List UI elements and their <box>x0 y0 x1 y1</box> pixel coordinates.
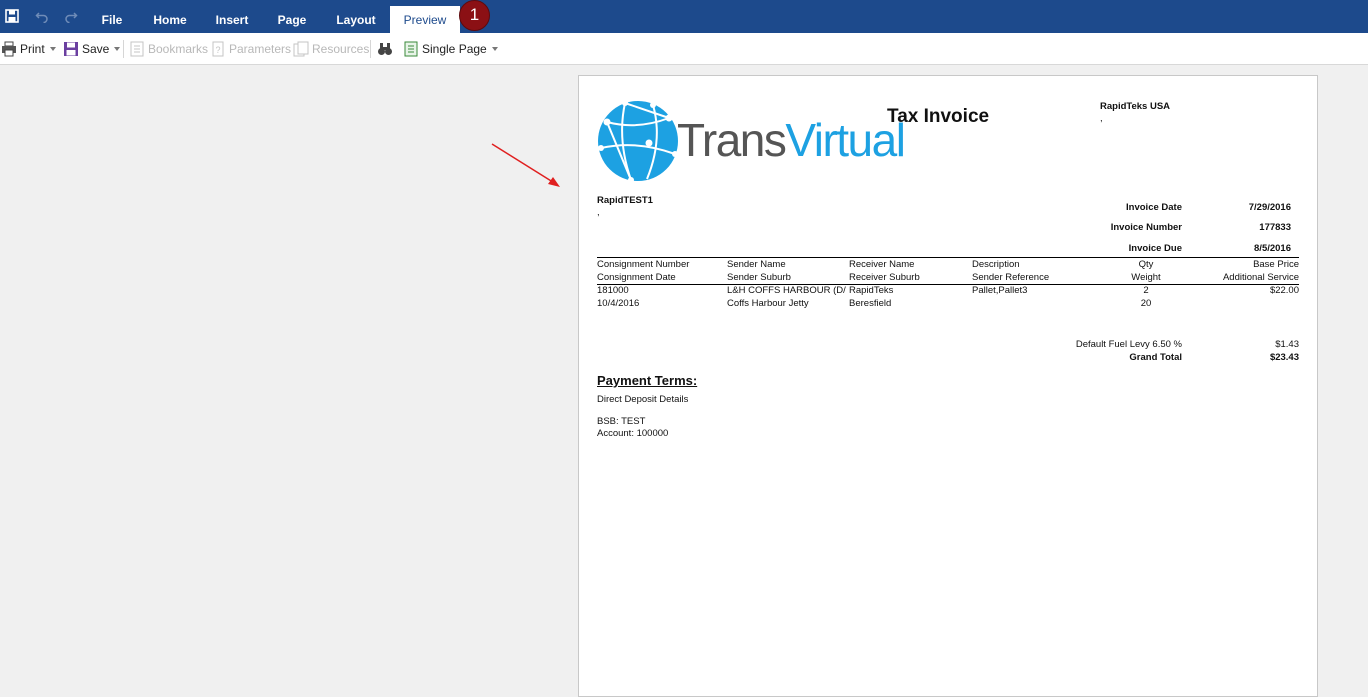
resources-button[interactable]: Resources <box>293 41 369 57</box>
bookmarks-icon <box>130 41 144 57</box>
view-mode-label: Single Page <box>422 42 487 56</box>
resources-label: Resources <box>312 42 370 56</box>
invoice-date-label: Invoice Date <box>1126 202 1182 213</box>
redo-icon[interactable] <box>62 7 80 25</box>
tab-layout[interactable]: Layout <box>330 0 382 33</box>
svg-text:?: ? <box>215 45 220 55</box>
grand-total-value: $23.43 <box>1269 352 1299 363</box>
ribbon-bar: File Home Insert Page Layout Preview 1 <box>0 0 1368 33</box>
cell-weight: 20 <box>1140 298 1152 309</box>
undo-icon[interactable] <box>33 7 51 25</box>
header-consignment-number: Consignment Number <box>597 259 690 270</box>
header-sender-name: Sender Name <box>727 259 786 270</box>
header-receiver-suburb: Receiver Suburb <box>849 272 920 283</box>
save-icon <box>64 42 78 56</box>
payment-terms-heading: Payment Terms: <box>597 373 698 388</box>
invoice-due-label: Invoice Due <box>1128 243 1182 254</box>
header-consignment-date: Consignment Date <box>597 272 676 283</box>
bsb-line: BSB: TEST <box>597 416 646 427</box>
header-receiver-name: Receiver Name <box>849 259 915 270</box>
account-line: Account: 100000 <box>597 428 669 439</box>
single-page-icon <box>404 41 418 57</box>
invoice-title: Tax Invoice <box>887 106 990 127</box>
cell-qty: 2 <box>1143 285 1149 296</box>
customer-address: , <box>597 207 600 218</box>
parameters-label: Parameters <box>229 42 292 56</box>
print-label: Print <box>20 42 45 56</box>
bookmarks-label: Bookmarks <box>148 42 209 56</box>
header-description: Description <box>972 259 1020 270</box>
globe-icon <box>598 100 678 182</box>
save-icon[interactable] <box>3 7 21 25</box>
tab-preview[interactable]: Preview <box>390 6 460 33</box>
parameters-button[interactable]: ? Parameters <box>210 41 291 57</box>
tab-file[interactable]: File <box>90 0 134 33</box>
company-logo: TransVirtual <box>597 100 906 185</box>
printer-icon <box>2 41 16 57</box>
customer-name: RapidTEST1 <box>597 195 653 206</box>
cell-receiver-suburb: Beresfield <box>849 298 892 309</box>
company-name: RapidTeks USA <box>1100 101 1171 112</box>
payment-terms-line: Direct Deposit Details <box>597 394 689 405</box>
cell-receiver-name: RapidTeks <box>849 285 894 296</box>
cell-consignment-date: 10/4/2016 <box>597 298 640 309</box>
chevron-down-icon <box>49 47 56 51</box>
annotation-arrow-icon <box>491 143 560 187</box>
cell-description: Pallet,Pallet3 <box>972 285 1028 296</box>
find-button[interactable] <box>377 41 396 57</box>
bookmarks-button[interactable]: Bookmarks <box>129 41 208 57</box>
chevron-down-icon <box>491 47 498 51</box>
invoice-page: TransVirtual Tax Invoice RapidTeks USA ,… <box>578 75 1318 697</box>
resources-icon <box>293 41 309 57</box>
fuel-levy-value: $1.43 <box>1275 339 1299 350</box>
grand-total-label: Grand Total <box>1129 352 1182 363</box>
tab-insert[interactable]: Insert <box>208 0 256 33</box>
cell-sender-name: L&H COFFS HARBOUR (D/ <box>727 285 846 296</box>
tab-home[interactable]: Home <box>145 0 195 33</box>
print-button[interactable]: Print <box>1 41 56 57</box>
chevron-down-icon <box>114 47 121 51</box>
cell-consignment-number: 181000 <box>597 285 629 296</box>
save-label: Save <box>82 42 110 56</box>
toolbar-separator <box>370 40 371 58</box>
invoice-number-value: 177833 <box>1259 222 1291 233</box>
company-address: , <box>1100 113 1103 124</box>
toolbar-separator <box>123 40 124 58</box>
view-mode-dropdown[interactable]: Single Page <box>403 41 498 57</box>
header-additional-service: Additional Service <box>1222 272 1299 283</box>
invoice-date-value: 7/29/2016 <box>1248 202 1291 213</box>
binoculars-icon <box>378 43 392 55</box>
invoice-due-value: 8/5/2016 <box>1254 243 1291 254</box>
fuel-levy-label: Default Fuel Levy 6.50 % <box>1075 339 1182 350</box>
step-badge: 1 <box>459 0 490 31</box>
cell-base-price: $22.00 <box>1269 285 1299 296</box>
cell-sender-suburb: Coffs Harbour Jetty <box>727 298 809 309</box>
tab-page[interactable]: Page <box>268 0 316 33</box>
logo-text-trans: Trans <box>677 114 787 166</box>
toolbar: Print Save Bookmarks ? Parameters Resour… <box>0 33 1368 65</box>
parameters-icon: ? <box>212 41 224 57</box>
header-sender-suburb: Sender Suburb <box>727 272 791 283</box>
header-sender-reference: Sender Reference <box>972 272 1050 283</box>
header-weight: Weight <box>1131 272 1161 283</box>
header-base-price: Base Price <box>1253 259 1299 270</box>
header-qty: Qty <box>1138 259 1154 270</box>
invoice-number-label: Invoice Number <box>1110 222 1182 233</box>
table-top-rule <box>597 257 1299 258</box>
save-button[interactable]: Save <box>63 41 121 57</box>
